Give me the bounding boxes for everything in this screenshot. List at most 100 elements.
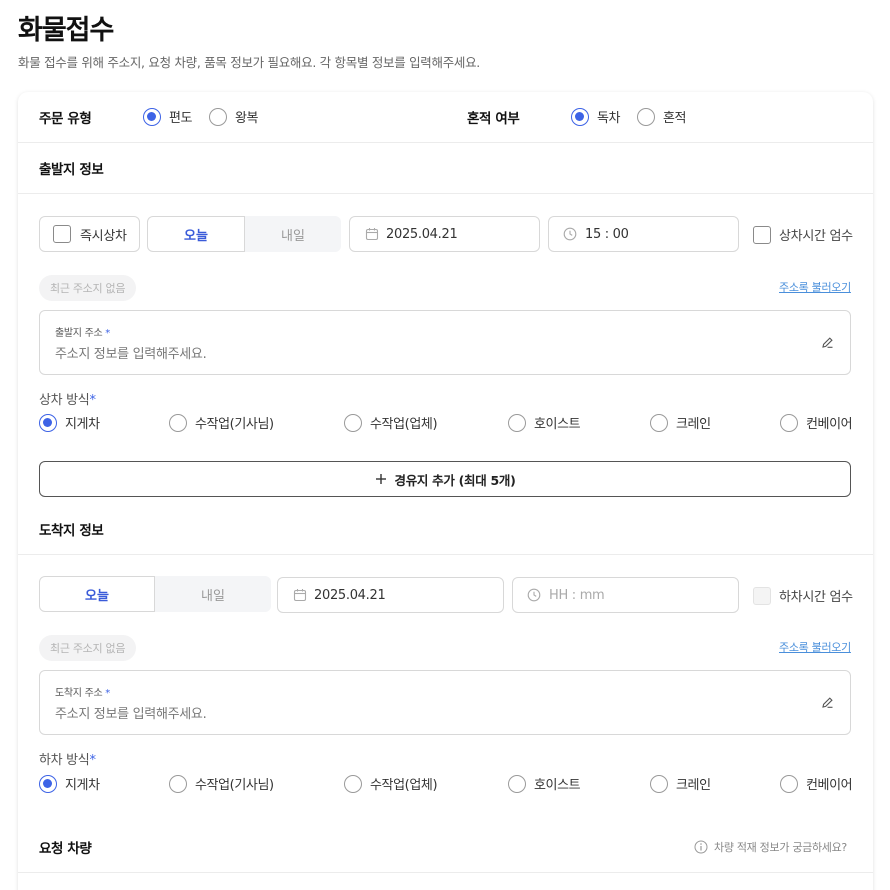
recent-address-pill[interactable]: 최근 주소지 없음 xyxy=(39,635,137,661)
dropoff-method-hoist[interactable]: 호이스트 xyxy=(508,774,581,793)
checkbox-square xyxy=(753,586,771,605)
pencil-icon[interactable] xyxy=(821,336,834,349)
pickup-method-label: 상차 방식* xyxy=(39,393,96,408)
radio-label: 독차 xyxy=(597,111,621,126)
arrival-address-book-link[interactable]: 주소록 불러오기 xyxy=(779,639,851,655)
radio-circle xyxy=(209,107,227,126)
radio-label: 편도 xyxy=(169,111,193,126)
departure-address-field[interactable]: 출발지 주소 * 주소지 정보를 입력해주세요. xyxy=(39,310,851,375)
dropoff-strict-checkbox[interactable]: 하차시간 엄수 xyxy=(753,586,853,605)
dropoff-method-crane[interactable]: 크레인 xyxy=(650,774,711,793)
radio-circle xyxy=(650,413,668,432)
arrival-tab-today[interactable]: 오늘 xyxy=(39,576,155,612)
departure-date-field[interactable]: 2025.04.21 xyxy=(349,216,540,252)
radio-circle xyxy=(344,413,362,432)
arrival-address-label: 도착지 주소 * xyxy=(55,688,110,699)
divider xyxy=(18,554,873,555)
radio-circle xyxy=(344,774,362,793)
plus-icon xyxy=(375,474,386,484)
radio-circle xyxy=(780,413,798,432)
info-icon xyxy=(694,840,708,854)
radio-circle xyxy=(39,774,57,793)
radio-circle xyxy=(571,107,589,126)
arrival-tab-tomorrow[interactable]: 내일 xyxy=(155,576,271,612)
order-form-card: 주문 유형 편도 왕복 혼적 여부 독차 혼적 출발지 정보 즉시상차 오늘 내… xyxy=(18,92,873,890)
departure-section-title: 출발지 정보 xyxy=(39,162,104,178)
recent-address-pill[interactable]: 최근 주소지 없음 xyxy=(39,275,137,301)
dropoff-method-label: 하차 방식* xyxy=(39,753,96,768)
radio-circle xyxy=(637,107,655,126)
arrival-time-placeholder: HH : mm xyxy=(549,587,605,603)
radio-circle xyxy=(650,774,668,793)
pickup-method-conveyor[interactable]: 컨베이어 xyxy=(780,413,853,432)
dropoff-method-conveyor[interactable]: 컨베이어 xyxy=(780,774,853,793)
dropoff-strict-label: 하차시간 엄수 xyxy=(779,590,853,605)
mixed-shared-radio[interactable]: 혼적 xyxy=(637,107,687,126)
radio-label: 지게차 xyxy=(65,778,100,793)
pickup-method-manual-company[interactable]: 수작업(업체) xyxy=(344,413,438,432)
departure-day-tabs: 오늘 내일 xyxy=(147,216,341,252)
radio-label: 컨베이어 xyxy=(806,417,853,432)
arrival-date-field[interactable]: 2025.04.21 xyxy=(277,577,504,613)
arrival-section-title: 도착지 정보 xyxy=(39,523,104,539)
immediate-pickup-checkbox[interactable]: 즉시상차 xyxy=(39,216,140,252)
departure-address-book-link[interactable]: 주소록 불러오기 xyxy=(779,279,851,295)
calendar-icon xyxy=(293,589,307,602)
add-waypoint-button[interactable]: 경유지 추가 (최대 5개) xyxy=(39,461,851,497)
mixed-label: 혼적 여부 xyxy=(467,111,520,127)
divider xyxy=(18,193,873,194)
radio-circle xyxy=(508,774,526,793)
pickup-method-forklift[interactable]: 지게차 xyxy=(39,413,100,432)
pickup-strict-checkbox[interactable]: 상차시간 엄수 xyxy=(753,225,853,244)
radio-circle xyxy=(143,107,161,126)
radio-circle xyxy=(169,413,187,432)
departure-address-label: 출발지 주소 * xyxy=(55,328,110,339)
radio-label: 지게차 xyxy=(65,417,100,432)
dropoff-method-manual-driver[interactable]: 수작업(기사님) xyxy=(169,774,274,793)
divider xyxy=(18,142,873,143)
radio-circle xyxy=(39,413,57,432)
departure-time-value: 15 : 00 xyxy=(585,226,629,242)
mixed-dedicated-radio[interactable]: 독차 xyxy=(571,107,621,126)
dropoff-method-forklift[interactable]: 지게차 xyxy=(39,774,100,793)
arrival-date-value: 2025.04.21 xyxy=(314,587,386,603)
checkbox-square xyxy=(53,225,71,243)
radio-label: 혼적 xyxy=(663,111,687,126)
radio-label: 수작업(기사님) xyxy=(195,778,274,793)
vehicle-info-help[interactable]: 차량 적재 정보가 궁금하세요? xyxy=(694,839,847,855)
checkbox-square xyxy=(753,225,771,244)
order-type-label: 주문 유형 xyxy=(39,111,92,127)
radio-label: 수작업(업체) xyxy=(370,417,438,432)
order-type-oneway-radio[interactable]: 편도 xyxy=(143,107,193,126)
arrival-time-field[interactable]: HH : mm xyxy=(512,577,739,613)
radio-circle xyxy=(508,413,526,432)
arrival-address-field[interactable]: 도착지 주소 * 주소지 정보를 입력해주세요. xyxy=(39,670,851,735)
radio-label: 호이스트 xyxy=(534,417,581,432)
immediate-pickup-label: 즉시상차 xyxy=(80,228,127,244)
clock-icon xyxy=(563,227,577,241)
departure-time-field[interactable]: 15 : 00 xyxy=(548,216,739,252)
departure-tab-tomorrow[interactable]: 내일 xyxy=(245,216,341,252)
vehicle-section-title: 요청 차량 xyxy=(39,841,92,857)
radio-label: 수작업(업체) xyxy=(370,778,438,793)
page-title: 화물접수 xyxy=(18,15,114,46)
radio-circle xyxy=(169,774,187,793)
departure-address-placeholder: 주소지 정보를 입력해주세요. xyxy=(55,347,207,362)
radio-circle xyxy=(780,774,798,793)
divider xyxy=(18,872,873,873)
pickup-method-manual-driver[interactable]: 수작업(기사님) xyxy=(169,413,274,432)
pickup-method-crane[interactable]: 크레인 xyxy=(650,413,711,432)
departure-date-value: 2025.04.21 xyxy=(386,226,458,242)
radio-label: 왕복 xyxy=(235,111,259,126)
arrival-day-tabs: 오늘 내일 xyxy=(39,576,271,612)
pencil-icon[interactable] xyxy=(821,696,834,709)
radio-label: 컨베이어 xyxy=(806,778,853,793)
dropoff-method-manual-company[interactable]: 수작업(업체) xyxy=(344,774,438,793)
arrival-address-placeholder: 주소지 정보를 입력해주세요. xyxy=(55,707,207,722)
add-waypoint-label: 경유지 추가 (최대 5개) xyxy=(394,472,516,488)
radio-label: 크레인 xyxy=(676,778,711,793)
vehicle-help-text: 차량 적재 정보가 궁금하세요? xyxy=(714,841,847,854)
pickup-method-hoist[interactable]: 호이스트 xyxy=(508,413,581,432)
order-type-roundtrip-radio[interactable]: 왕복 xyxy=(209,107,259,126)
departure-tab-today[interactable]: 오늘 xyxy=(147,216,245,252)
